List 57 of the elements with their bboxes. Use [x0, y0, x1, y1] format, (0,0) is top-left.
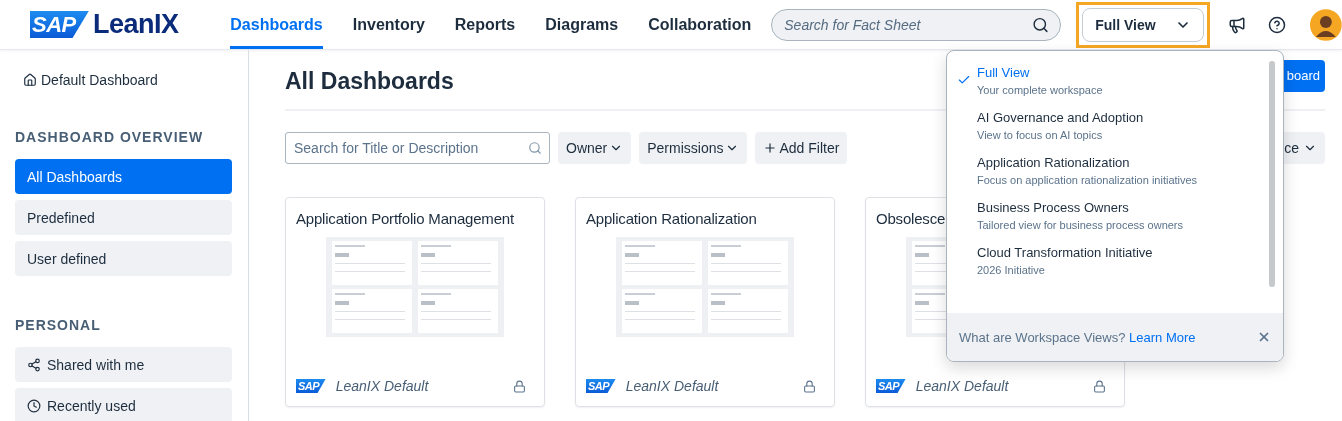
search-icon — [1032, 16, 1050, 33]
owner-logo: SAP — [586, 378, 616, 394]
option-title: AI Governance and Adoption — [977, 110, 1145, 125]
search-field[interactable]: Search for Title or Description — [285, 132, 550, 164]
option-description: 2026 Initiative — [977, 264, 1046, 276]
owner-label: LeanIX Default — [625, 378, 719, 394]
close-button[interactable] — [1257, 330, 1271, 344]
nav-tab[interactable]: Inventory — [352, 0, 425, 49]
card-title: Application Rationalization — [586, 210, 757, 227]
owner-label: LeanIX Default — [335, 378, 429, 394]
sidebar-item[interactable]: Recently used — [15, 388, 232, 421]
search-field[interactable]: Search for Fact Sheet — [771, 8, 1062, 41]
option-title: Full View — [977, 65, 1031, 80]
view-option[interactable]: Business Process Owners Tailored view for business process owners — [957, 200, 1269, 231]
nav-tab[interactable]: Reports — [454, 0, 516, 49]
view-select[interactable]: Full View — [1082, 7, 1205, 42]
default-dashboard-link[interactable]: Default Dashboard — [23, 72, 232, 88]
card-title: Application Portfolio Management — [296, 210, 514, 227]
option-description: View to focus on AI topics — [977, 129, 1104, 141]
nav-tab[interactable]: Diagrams — [545, 0, 619, 49]
avatar[interactable] — [1310, 8, 1342, 41]
option-title: Application Rationalization — [977, 155, 1131, 170]
owner-logo: SAP — [296, 378, 326, 394]
check-icon — [957, 73, 971, 87]
filter-button[interactable]: Add Filter — [755, 132, 848, 164]
share-icon — [27, 357, 41, 372]
learn-more-link[interactable]: Learn More — [1129, 329, 1196, 345]
nav-tab[interactable]: Collaboration — [648, 0, 752, 49]
sidebar-item[interactable]: Predefined — [15, 200, 232, 235]
section-heading: PERSONAL — [15, 317, 102, 333]
clock-icon — [27, 398, 41, 413]
option-description: Your complete workspace — [977, 84, 1104, 96]
option-description: Focus on application rationalization initiatives — [977, 174, 1199, 186]
filter-button[interactable]: Owner — [558, 132, 632, 164]
option-title: Cloud Transformation Initiative — [977, 245, 1154, 260]
footer-text: What are Workspace Views? — [959, 329, 1126, 345]
dashboard-card[interactable]: Application Rationalization SAP LeanIX Default — [575, 197, 835, 407]
plus-icon — [763, 141, 778, 155]
section-heading: DASHBOARD OVERVIEW — [15, 129, 205, 145]
card-title: Obsolesce — [876, 210, 946, 227]
sidebar-item[interactable]: Shared with me — [15, 347, 232, 382]
logo[interactable]: SAP LeanIX — [30, 9, 231, 40]
nav-tab[interactable]: Dashboards — [230, 0, 323, 49]
scrollbar[interactable] — [1269, 61, 1275, 287]
sidebar-item[interactable]: All Dashboards — [15, 159, 232, 194]
option-description: Tailored view for business process owners — [977, 219, 1185, 231]
link-label: Default Dashboard — [41, 72, 158, 88]
search-icon — [528, 141, 542, 155]
filter-button[interactable]: Permissions — [639, 132, 748, 164]
page-title: All Dashboards — [285, 68, 454, 95]
owner-label: LeanIX Default — [915, 378, 1009, 394]
view-option[interactable]: Cloud Transformation Initiative 2026 Initiative — [957, 245, 1269, 276]
sidebar-item[interactable]: User defined — [15, 241, 232, 276]
dashboard-card[interactable]: Application Portfolio Management SAP LeanIX Default — [285, 197, 545, 407]
home-icon — [23, 73, 37, 87]
option-title: Business Process Owners — [977, 200, 1130, 215]
owner-logo: SAP — [876, 378, 906, 394]
